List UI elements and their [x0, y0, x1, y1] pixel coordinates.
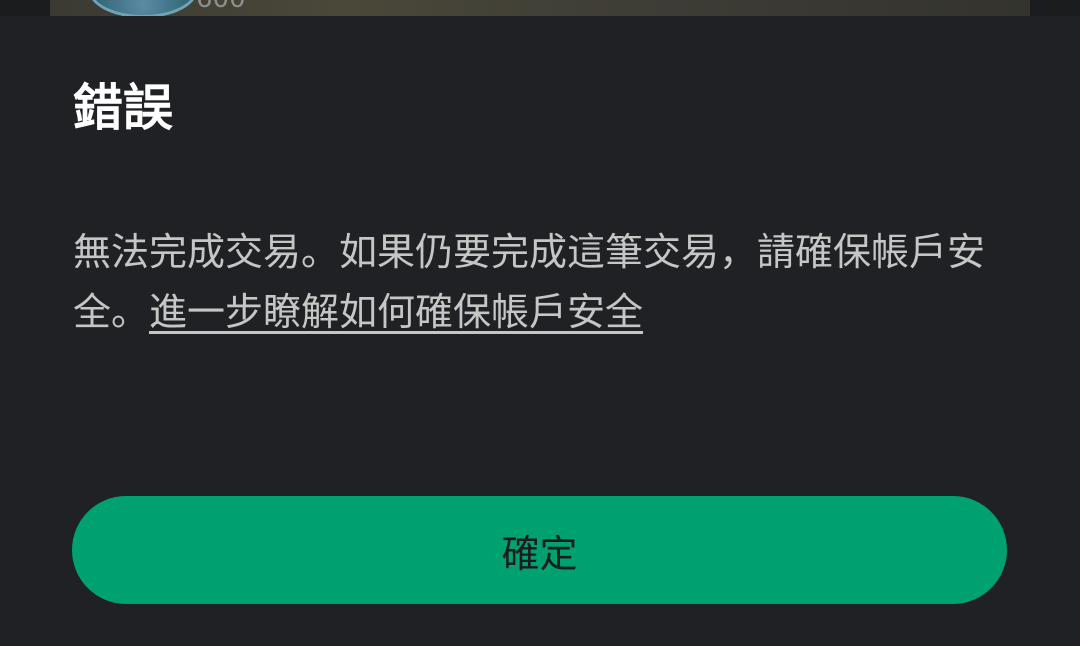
error-dialog: 錯誤 無法完成交易。如果仍要完成這筆交易，請確保帳戶安全。進一步瞭解如何確保帳戶…	[0, 16, 1080, 646]
background-banner: 600	[50, 0, 1030, 16]
confirm-button[interactable]: 確定	[72, 496, 1007, 604]
background-count: 600	[196, 0, 246, 12]
avatar	[88, 0, 198, 16]
background-content: 600	[0, 0, 1080, 16]
dialog-message: 無法完成交易。如果仍要完成這筆交易，請確保帳戶安全。進一步瞭解如何確保帳戶安全	[73, 222, 1013, 342]
account-security-help-link[interactable]: 進一步瞭解如何確保帳戶安全	[149, 290, 643, 334]
dialog-title: 錯誤	[73, 79, 173, 137]
